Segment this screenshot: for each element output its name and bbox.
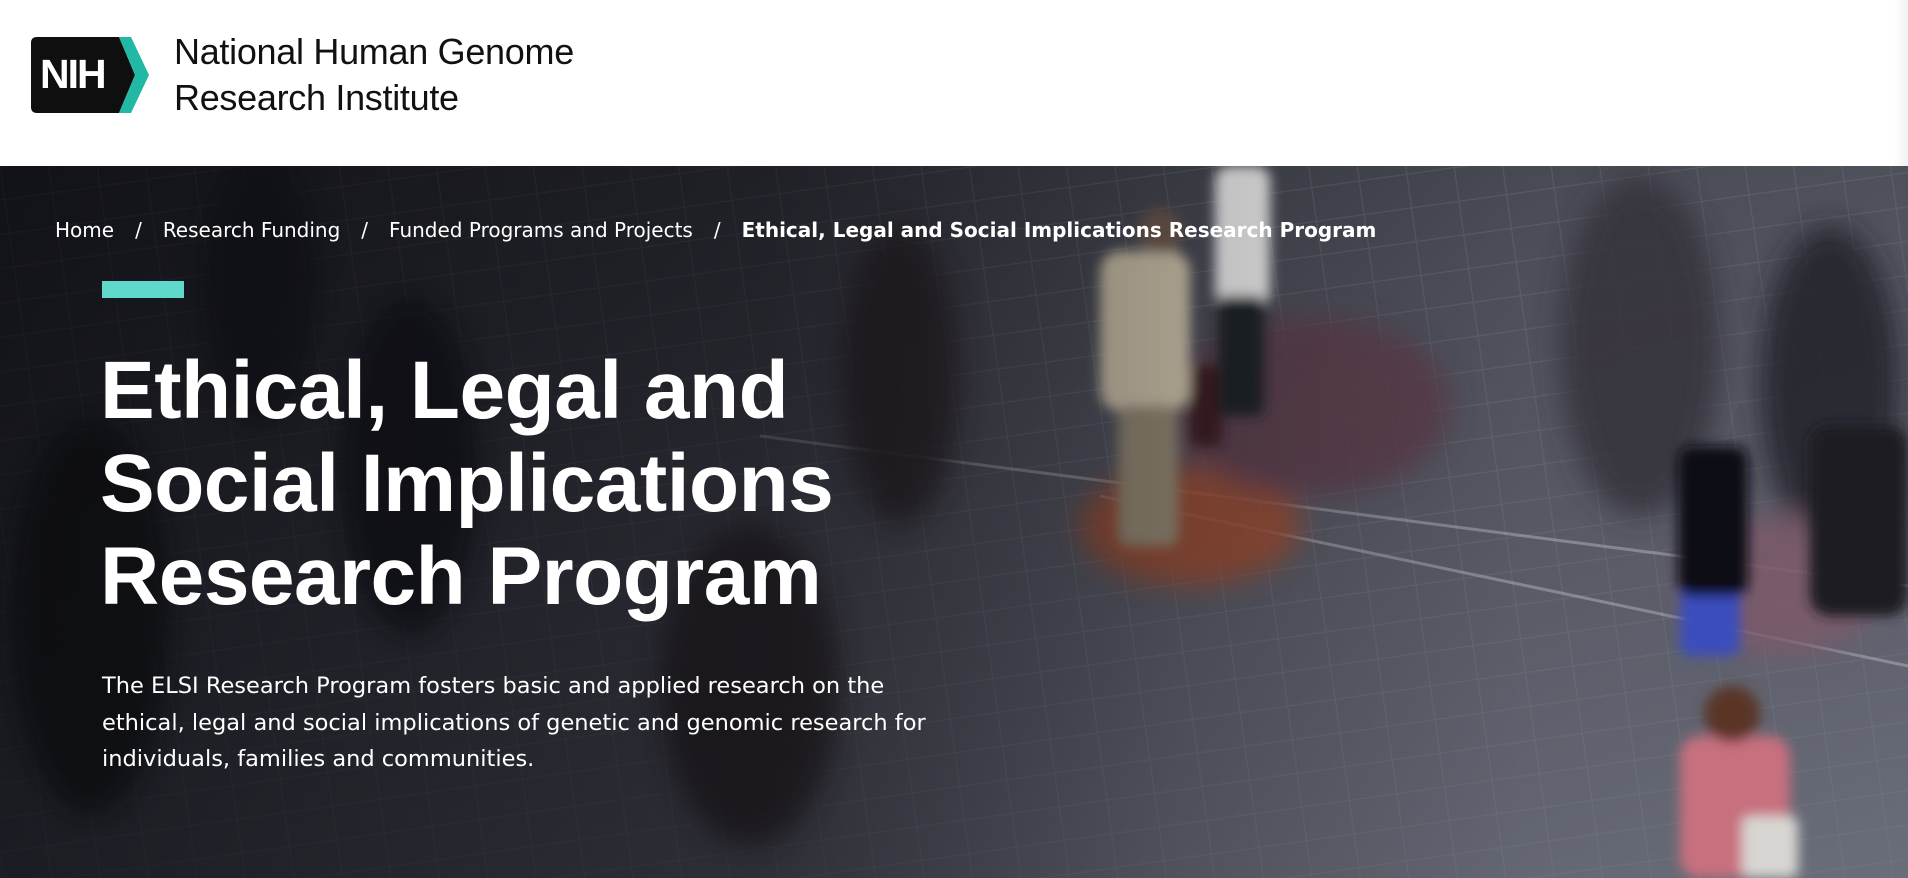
site-header: NIH National Human Genome Research Insti… <box>0 0 1908 166</box>
breadcrumb-current-page: Ethical, Legal and Social Implications R… <box>741 218 1377 242</box>
hero-banner: Home / Research Funding / Funded Program… <box>0 166 1908 878</box>
page-title-line-1: Ethical, Legal and <box>100 345 789 436</box>
program-description-line-3: individuals, families and communities. <box>102 746 535 772</box>
institute-name-line-1: National Human Genome <box>174 31 574 72</box>
breadcrumb-separator: / <box>713 218 721 242</box>
breadcrumb-home[interactable]: Home <box>55 218 114 242</box>
breadcrumb: Home / Research Funding / Funded Program… <box>55 218 1376 242</box>
page-title-line-2: Social Implications <box>100 438 834 529</box>
header-edge-shadow <box>1894 0 1908 166</box>
breadcrumb-funded-programs[interactable]: Funded Programs and Projects <box>389 218 693 242</box>
program-description: The ELSI Research Program fosters basic … <box>102 668 982 778</box>
program-description-line-2: ethical, legal and social implications o… <box>102 709 926 736</box>
nih-logo-icon: NIH <box>31 37 149 113</box>
page-title: Ethical, Legal and Social Implications R… <box>100 344 920 623</box>
breadcrumb-research-funding[interactable]: Research Funding <box>163 218 340 242</box>
institute-name: National Human Genome Research Institute <box>174 29 574 121</box>
page-title-line-3: Research Program <box>100 531 822 622</box>
nih-home-link[interactable]: NIH National Human Genome Research Insti… <box>31 29 574 121</box>
breadcrumb-separator: / <box>361 218 369 242</box>
program-description-line-1: The ELSI Research Program fosters basic … <box>102 673 885 699</box>
title-accent-bar <box>102 281 184 298</box>
breadcrumb-separator: / <box>135 218 142 242</box>
nih-badge-text: NIH <box>40 51 105 97</box>
institute-name-line-2: Research Institute <box>174 77 459 118</box>
